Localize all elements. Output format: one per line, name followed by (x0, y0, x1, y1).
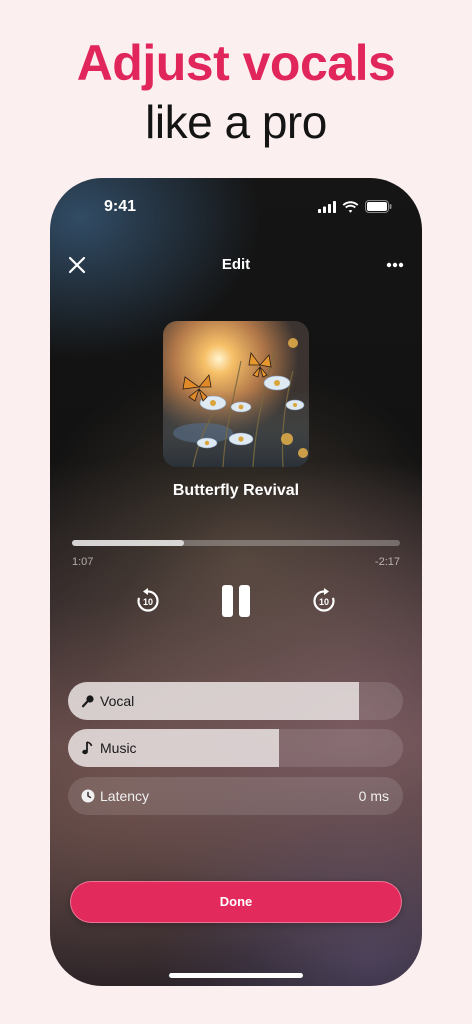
svg-text:10: 10 (319, 597, 329, 607)
latency-value: 0 ms (358, 788, 389, 804)
forward-10-icon[interactable]: 10 (310, 587, 338, 615)
svg-text:10: 10 (143, 597, 153, 607)
headline: Adjust vocals like a pro (0, 30, 472, 148)
elapsed-time: 1:07 (72, 556, 94, 568)
status-time: 9:41 (104, 198, 137, 215)
clock-icon (81, 789, 95, 803)
progress-bar[interactable] (72, 540, 400, 546)
rewind-10-icon[interactable]: 10 (134, 587, 162, 615)
remaining-time: -2:17 (374, 556, 400, 568)
headline-line-1: Adjust vocals (76, 35, 396, 91)
album-art (163, 321, 309, 467)
more-icon[interactable] (384, 256, 406, 274)
pause-icon[interactable] (219, 584, 253, 618)
home-indicator (169, 973, 303, 978)
wifi-icon (342, 200, 359, 213)
battery-icon (365, 200, 392, 213)
phone-screen: 9:41 Edit Butterfly Revival 1:07 -2:17 1… (50, 178, 422, 986)
signal-icon (318, 200, 336, 213)
latency-label: Latency (100, 788, 150, 804)
music-note-icon (82, 741, 93, 755)
vocal-slider[interactable]: Vocal (68, 682, 403, 720)
music-slider[interactable]: Music (68, 729, 403, 767)
track-title: Butterfly Revival (172, 482, 300, 499)
vocal-label: Vocal (100, 693, 135, 709)
microphone-icon (81, 695, 94, 708)
status-bar: 9:41 (50, 198, 422, 218)
headline-line-2: like a pro (145, 96, 327, 148)
page-title: Edit (221, 256, 251, 273)
done-button[interactable]: Done (70, 881, 402, 923)
music-label: Music (100, 740, 137, 756)
top-bar: Edit (50, 252, 422, 278)
latency-row[interactable]: Latency 0 ms (68, 777, 403, 815)
progress-fill (72, 540, 184, 546)
